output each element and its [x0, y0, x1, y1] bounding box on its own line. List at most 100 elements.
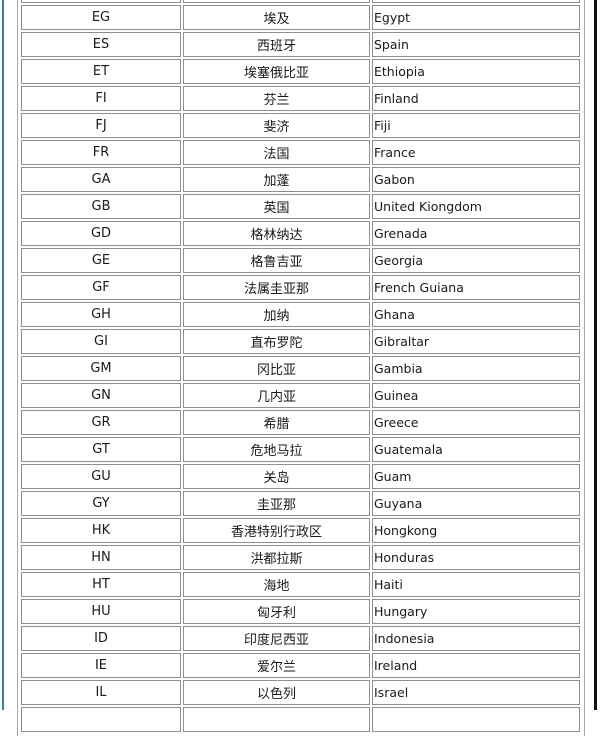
table-row: FI 芬兰 Finland — [21, 86, 580, 111]
english-name-cell: Indonesia — [372, 626, 580, 651]
country-code-cell: IL — [21, 680, 181, 705]
table-row: GA 加蓬 Gabon — [21, 167, 580, 192]
country-code-cell: FJ — [21, 113, 181, 138]
chinese-name-cell: 关岛 — [183, 464, 370, 489]
table-row: GU 关岛 Guam — [21, 464, 580, 489]
chinese-name-cell: 直布罗陀 — [183, 329, 370, 354]
chinese-name-cell — [183, 0, 370, 3]
country-code-cell: GN — [21, 383, 181, 408]
country-code-cell: GH — [21, 302, 181, 327]
table-row — [21, 707, 580, 732]
page-right-border — [594, 0, 597, 710]
country-code-cell: GA — [21, 167, 181, 192]
chinese-name-cell: 爱尔兰 — [183, 653, 370, 678]
country-table-container: EG 埃及 Egypt ES 西班牙 Spain ET 埃塞俄比亚 Ethiopia FI 芬兰 Fi… — [17, 0, 585, 736]
chinese-name-cell: 匈牙利 — [183, 599, 370, 624]
english-name-cell: Gambia — [372, 356, 580, 381]
table-row: GR 希腊 Greece — [21, 410, 580, 435]
table-row: HU 匈牙利 Hungary — [21, 599, 580, 624]
chinese-name-cell: 洪都拉斯 — [183, 545, 370, 570]
english-name-cell: Ethiopia — [372, 59, 580, 84]
english-name-cell: Greece — [372, 410, 580, 435]
table-row: ES 西班牙 Spain — [21, 32, 580, 57]
table-row: HT 海地 Haiti — [21, 572, 580, 597]
english-name-cell: Honduras — [372, 545, 580, 570]
chinese-name-cell: 加蓬 — [183, 167, 370, 192]
english-name-cell: Ireland — [372, 653, 580, 678]
english-name-cell — [372, 0, 580, 3]
table-row — [21, 0, 580, 3]
table-row: FJ 斐济 Fiji — [21, 113, 580, 138]
table-row: GM 冈比亚 Gambia — [21, 356, 580, 381]
country-code-cell: HU — [21, 599, 181, 624]
country-code-cell: HK — [21, 518, 181, 543]
table-row: FR 法国 France — [21, 140, 580, 165]
english-name-cell — [372, 707, 580, 732]
country-code-cell: EG — [21, 5, 181, 30]
country-code-cell: GD — [21, 221, 181, 246]
english-name-cell: Guam — [372, 464, 580, 489]
country-code-cell: GY — [21, 491, 181, 516]
country-code-cell: GE — [21, 248, 181, 273]
english-name-cell: Fiji — [372, 113, 580, 138]
country-code-cell: ES — [21, 32, 181, 57]
country-code-cell: GR — [21, 410, 181, 435]
english-name-cell: Gabon — [372, 167, 580, 192]
chinese-name-cell: 海地 — [183, 572, 370, 597]
country-code-cell: IE — [21, 653, 181, 678]
table-row: GB 英国 United Kiongdom — [21, 194, 580, 219]
english-name-cell: Gibraltar — [372, 329, 580, 354]
chinese-name-cell: 格林纳达 — [183, 221, 370, 246]
country-code-cell: GT — [21, 437, 181, 462]
chinese-name-cell: 斐济 — [183, 113, 370, 138]
english-name-cell: French Guiana — [372, 275, 580, 300]
table-row: GT 危地马拉 Guatemala — [21, 437, 580, 462]
table-row: EG 埃及 Egypt — [21, 5, 580, 30]
chinese-name-cell: 法国 — [183, 140, 370, 165]
chinese-name-cell: 埃及 — [183, 5, 370, 30]
english-name-cell: Hungary — [372, 599, 580, 624]
chinese-name-cell: 芬兰 — [183, 86, 370, 111]
table-row: ET 埃塞俄比亚 Ethiopia — [21, 59, 580, 84]
country-code-cell: FI — [21, 86, 181, 111]
table-row: GH 加纳 Ghana — [21, 302, 580, 327]
english-name-cell: Finland — [372, 86, 580, 111]
table-row: IE 爱尔兰 Ireland — [21, 653, 580, 678]
chinese-name-cell: 埃塞俄比亚 — [183, 59, 370, 84]
english-name-cell: Guinea — [372, 383, 580, 408]
english-name-cell: Guatemala — [372, 437, 580, 462]
table-row: GN 几内亚 Guinea — [21, 383, 580, 408]
table-row: IL 以色列 Israel — [21, 680, 580, 705]
chinese-name-cell: 加纳 — [183, 302, 370, 327]
english-name-cell: Hongkong — [372, 518, 580, 543]
country-code-cell — [21, 707, 181, 732]
chinese-name-cell: 法属圭亚那 — [183, 275, 370, 300]
country-code-cell — [21, 0, 181, 3]
table-row: HN 洪都拉斯 Honduras — [21, 545, 580, 570]
country-code-cell: HN — [21, 545, 181, 570]
table-row: HK 香港特别行政区 Hongkong — [21, 518, 580, 543]
country-code-cell: FR — [21, 140, 181, 165]
country-code-cell: GU — [21, 464, 181, 489]
english-name-cell: Haiti — [372, 572, 580, 597]
chinese-name-cell: 几内亚 — [183, 383, 370, 408]
table-row: GD 格林纳达 Grenada — [21, 221, 580, 246]
chinese-name-cell: 印度尼西亚 — [183, 626, 370, 651]
chinese-name-cell: 以色列 — [183, 680, 370, 705]
english-name-cell: Guyana — [372, 491, 580, 516]
english-name-cell: France — [372, 140, 580, 165]
chinese-name-cell: 危地马拉 — [183, 437, 370, 462]
page-left-border — [2, 0, 4, 710]
chinese-name-cell: 冈比亚 — [183, 356, 370, 381]
table-row: GE 格鲁吉亚 Georgia — [21, 248, 580, 273]
table-row: GI 直布罗陀 Gibraltar — [21, 329, 580, 354]
chinese-name-cell: 格鲁吉亚 — [183, 248, 370, 273]
country-code-cell: ET — [21, 59, 181, 84]
table-row: GF 法属圭亚那 French Guiana — [21, 275, 580, 300]
country-table-body: EG 埃及 Egypt ES 西班牙 Spain ET 埃塞俄比亚 Ethiopia FI 芬兰 Fi… — [21, 0, 580, 732]
country-code-cell: HT — [21, 572, 181, 597]
chinese-name-cell: 希腊 — [183, 410, 370, 435]
english-name-cell: Georgia — [372, 248, 580, 273]
english-name-cell: United Kiongdom — [372, 194, 580, 219]
chinese-name-cell: 圭亚那 — [183, 491, 370, 516]
